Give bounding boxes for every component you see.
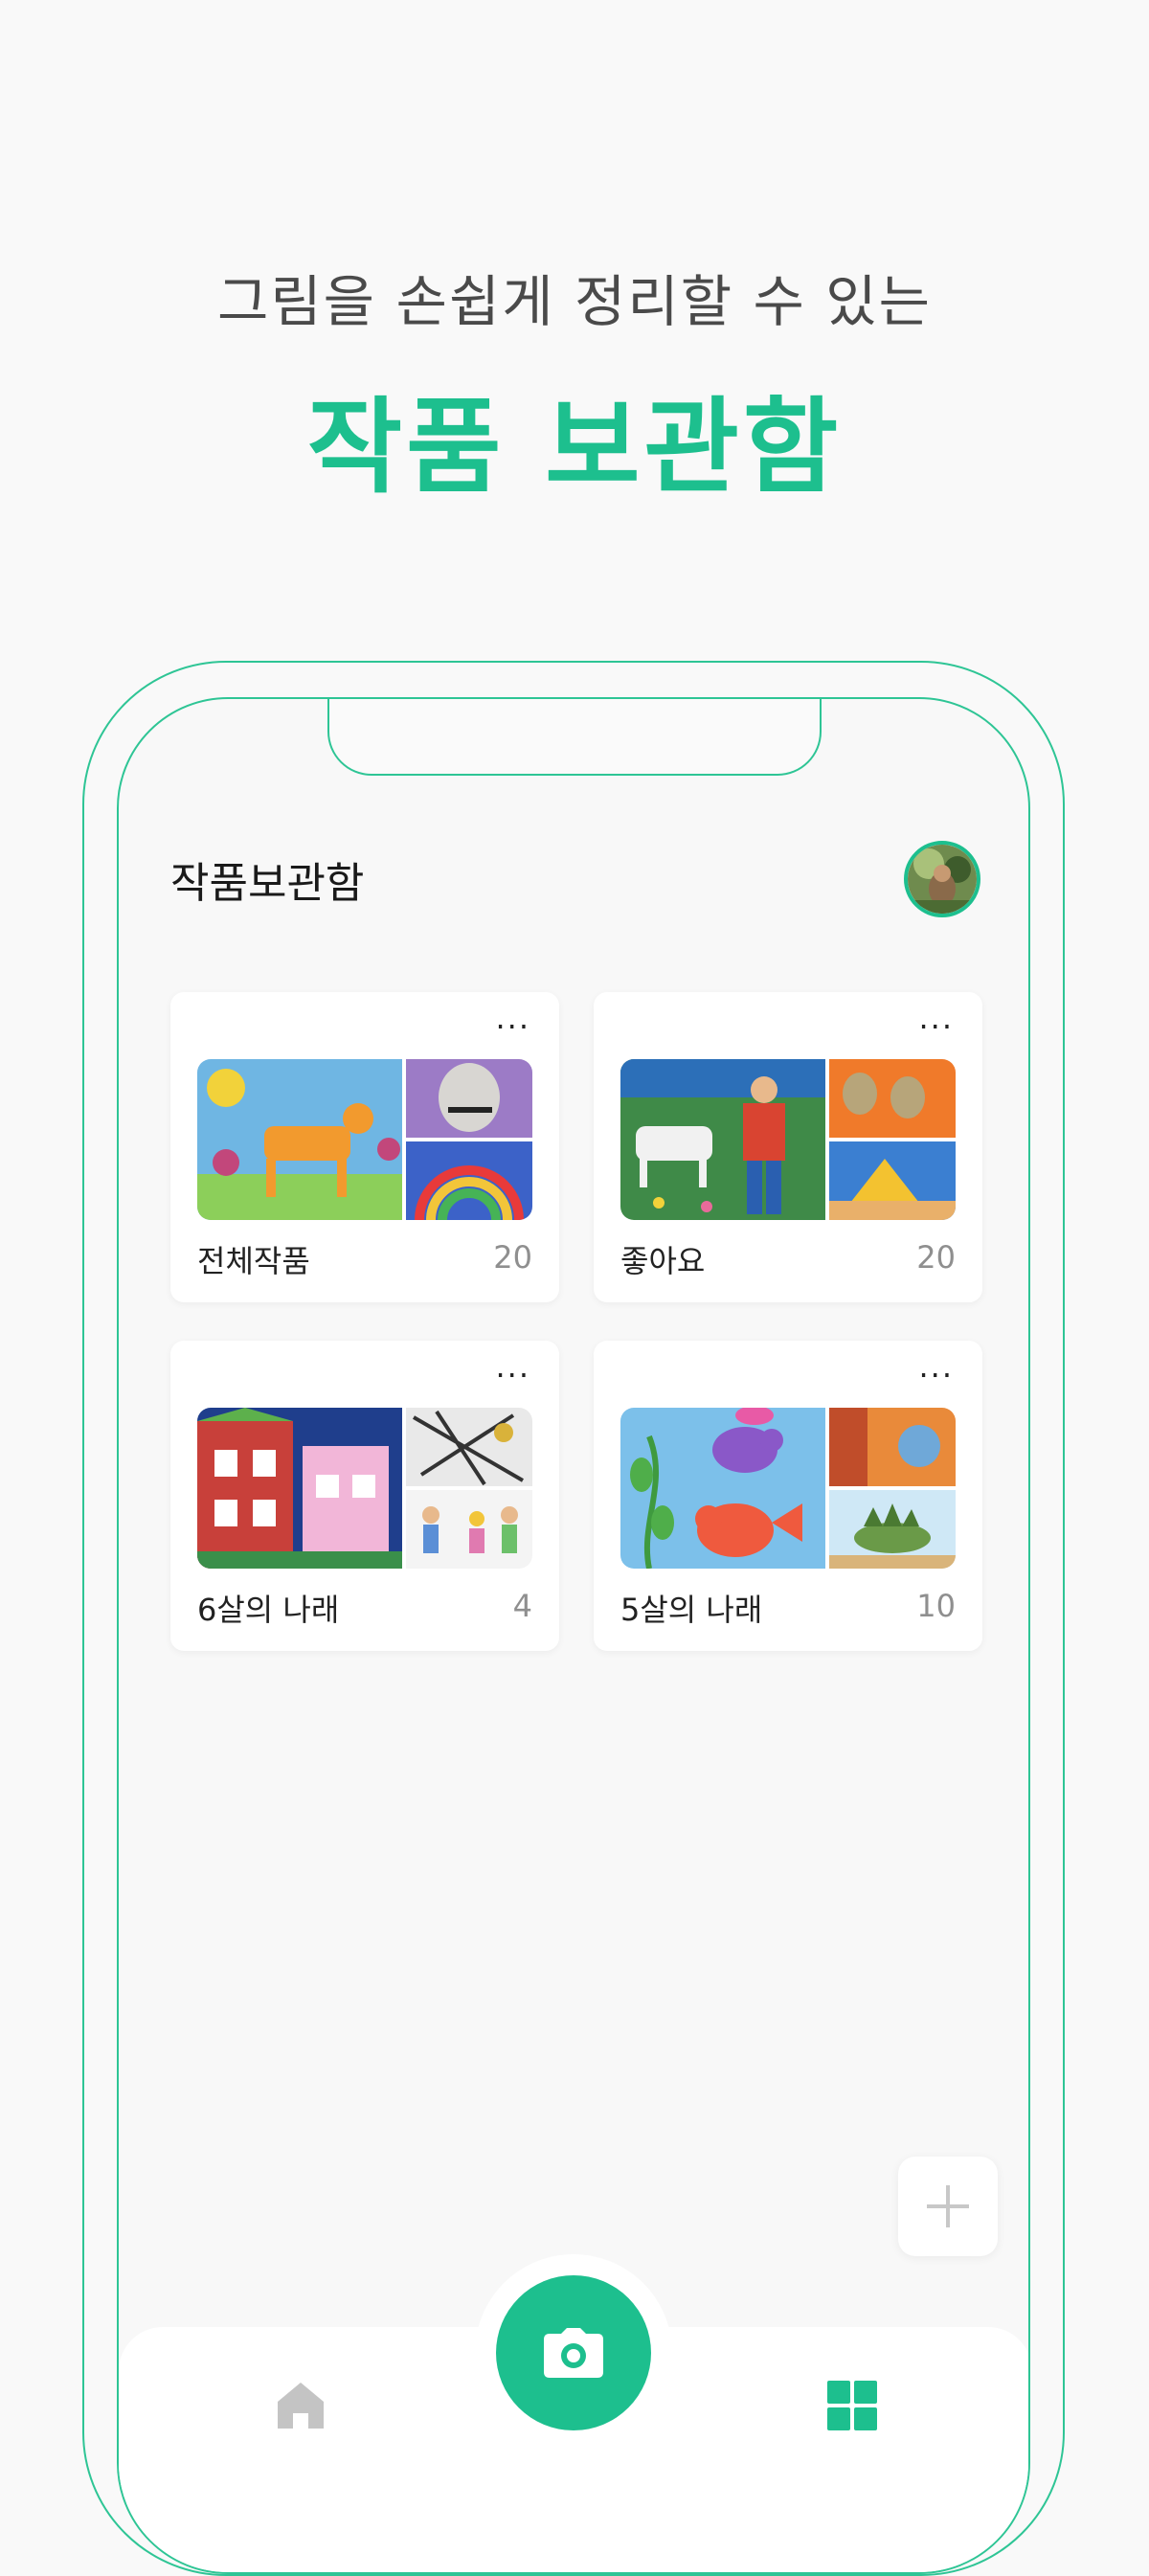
more-dots-icon[interactable]: ··· [918, 1011, 954, 1042]
more-dots-icon[interactable]: ··· [495, 1011, 530, 1042]
phone-notch [327, 699, 822, 776]
grid-icon [827, 2381, 877, 2430]
avatar[interactable] [904, 841, 980, 917]
plus-icon [927, 2185, 969, 2227]
album-name: 전체작품 [197, 1243, 310, 1279]
promo-title: 작품 보관함 [306, 388, 843, 508]
album-thumbnails [197, 1059, 532, 1220]
tab-home[interactable] [270, 2375, 331, 2436]
add-album-button[interactable] [898, 2157, 998, 2256]
home-icon [278, 2383, 324, 2429]
camera-icon [544, 2328, 603, 2378]
more-dots-icon[interactable]: ··· [495, 1360, 530, 1390]
album-count: 4 [512, 1588, 532, 1624]
album-thumbnails [197, 1408, 532, 1569]
more-dots-icon[interactable]: ··· [918, 1360, 954, 1390]
album-name: 좋아요 [620, 1243, 706, 1279]
camera-button[interactable] [496, 2275, 651, 2430]
album-name: 5살의 나래 [620, 1592, 763, 1628]
album-card-liked[interactable]: ··· 좋아요 20 [594, 992, 982, 1302]
page-title: 작품보관함 [170, 859, 365, 908]
tab-gallery[interactable] [822, 2375, 883, 2436]
album-thumbnails [620, 1059, 956, 1220]
phone-screen: 작품보관함 ··· 전체작품 20 ··· 좋아요 20 ··· 6살의 나래 … [117, 697, 1030, 2574]
album-card-age5[interactable]: ··· 5살의 나래 10 [594, 1341, 982, 1651]
album-count: 20 [916, 1239, 956, 1276]
album-thumbnails [620, 1408, 956, 1569]
album-card-all[interactable]: ··· 전체작품 20 [170, 992, 559, 1302]
album-card-age6[interactable]: ··· 6살의 나래 4 [170, 1341, 559, 1651]
promo-subtitle: 그림을 손쉽게 정리할 수 있는 [216, 269, 933, 334]
album-count: 10 [916, 1588, 956, 1624]
album-count: 20 [493, 1239, 532, 1276]
album-name: 6살의 나래 [197, 1592, 340, 1628]
